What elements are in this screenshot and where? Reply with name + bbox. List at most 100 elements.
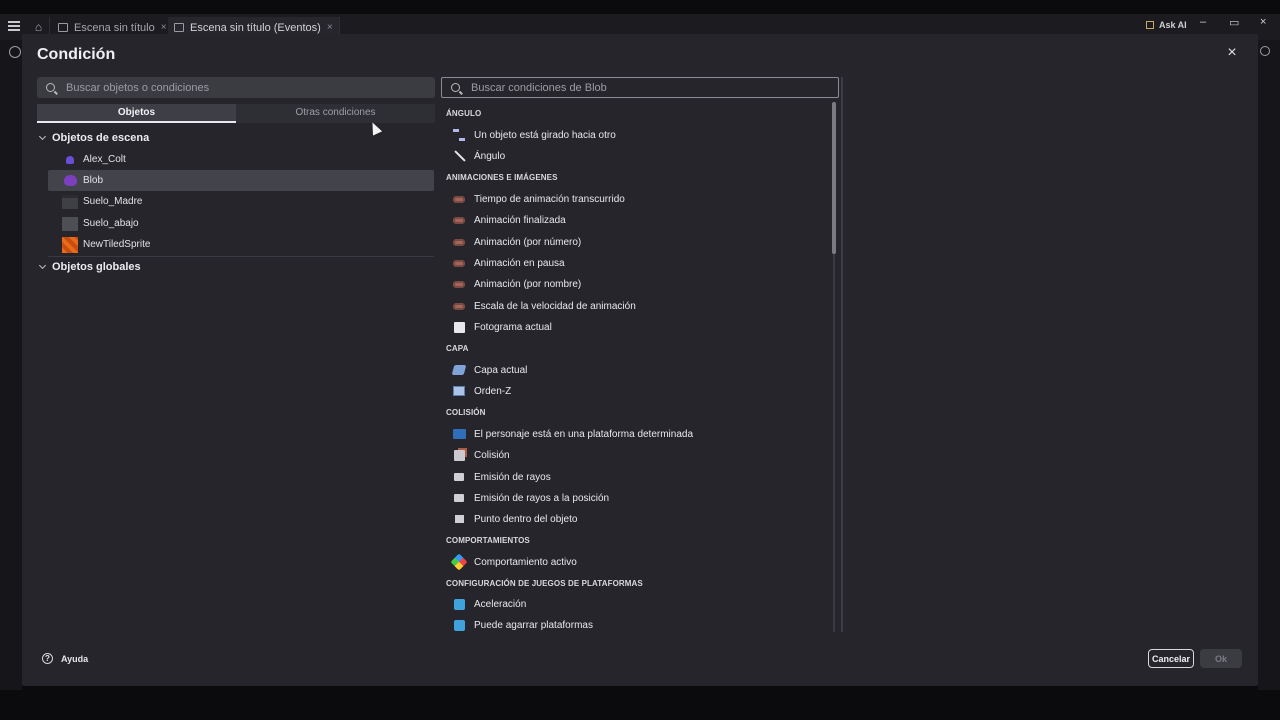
object-name: Blob: [83, 175, 104, 186]
section-header: ÁNGULO: [446, 109, 482, 118]
object-row-suelo-abajo[interactable]: Suelo_abajo: [48, 213, 434, 234]
z-order-icon: [452, 384, 466, 398]
animation-icon: [452, 299, 466, 313]
object-name: Alex_Colt: [83, 154, 126, 165]
condition-item[interactable]: Colisión: [452, 446, 510, 464]
condition-item[interactable]: Comportamiento activo: [450, 553, 577, 571]
tab-other-conditions[interactable]: Otras condiciones: [236, 104, 435, 123]
ground-tile-icon: [62, 194, 78, 210]
ground-tile-icon: [62, 216, 78, 232]
condition-label: Aceleración: [474, 598, 527, 610]
tab-objects[interactable]: Objetos: [37, 104, 236, 123]
condition-item[interactable]: El personaje está en una plataforma dete…: [452, 425, 693, 443]
animation-icon: [452, 256, 466, 270]
search-icon: [46, 83, 55, 92]
condition-item[interactable]: Ángulo: [452, 147, 505, 165]
cancel-button[interactable]: Cancelar: [1148, 649, 1194, 668]
tab-events-label: Escena sin título (Eventos): [190, 21, 321, 34]
condition-item[interactable]: Emisión de rayos: [452, 468, 551, 486]
ok-button[interactable]: Ok: [1200, 649, 1242, 668]
tab-scene-label: Escena sin título: [74, 21, 155, 34]
condition-label: Animación en pausa: [474, 257, 565, 269]
section-header: ANIMACIONES E IMÁGENES: [446, 173, 558, 182]
section-header: COLISIÓN: [446, 408, 486, 417]
platform-icon: [452, 427, 466, 441]
help-icon: ?: [42, 653, 53, 664]
point-inside-icon: [452, 512, 466, 526]
condition-item[interactable]: Fotograma actual: [452, 318, 552, 336]
condition-label: Ángulo: [474, 150, 506, 162]
search-icon: [451, 83, 460, 92]
condition-item[interactable]: Escala de la velocidad de animación: [452, 297, 636, 315]
object-row-new-tiled-sprite[interactable]: NewTiledSprite: [48, 234, 434, 255]
condition-item[interactable]: Aceleración: [452, 595, 526, 613]
layer-icon: [451, 363, 467, 377]
object-row-alex-colt[interactable]: Alex_Colt: [48, 149, 434, 170]
condition-label: Animación finalizada: [474, 214, 566, 226]
condition-item[interactable]: Punto dentro del objeto: [452, 510, 577, 528]
help-label: Ayuda: [61, 653, 89, 664]
chevron-down-icon: [38, 261, 47, 270]
condition-label: Animación (por número): [474, 236, 582, 248]
condition-item[interactable]: Animación (por número): [452, 233, 581, 251]
animation-icon: [452, 277, 466, 291]
section-header: COMPORTAMIENTOS: [446, 536, 530, 545]
objects-search-field[interactable]: [37, 77, 435, 98]
close-window-button[interactable]: ×: [1260, 16, 1266, 28]
dialog-title: Condición: [37, 46, 116, 63]
help-button[interactable]: ? Ayuda: [42, 653, 88, 664]
tiled-sprite-icon: [62, 236, 78, 253]
conditions-search-input[interactable]: [471, 81, 811, 94]
home-icon: ⌂: [34, 20, 43, 34]
conditions-search-field[interactable]: [441, 77, 839, 98]
condition-item[interactable]: Animación (por nombre): [452, 275, 581, 293]
tab-close-icon[interactable]: ×: [161, 22, 167, 33]
condition-label: Escala de la velocidad de animación: [474, 300, 636, 312]
scene-icon: [58, 23, 68, 32]
condition-label: Puede agarrar plataformas: [474, 619, 593, 631]
divider: [48, 256, 434, 257]
restore-button[interactable]: ▭: [1229, 16, 1239, 29]
condition-item[interactable]: Puede agarrar plataformas: [452, 616, 593, 632]
events-icon: [174, 23, 184, 32]
animation-icon: [452, 235, 466, 249]
object-row-suelo-madre[interactable]: Suelo_Madre: [48, 191, 434, 212]
condition-label: Capa actual: [474, 364, 528, 376]
background-right-panel: [1258, 40, 1280, 690]
condition-item[interactable]: Animación en pausa: [452, 254, 565, 272]
condition-label: Emisión de rayos: [474, 471, 551, 483]
search-icon[interactable]: [1260, 46, 1270, 56]
puzzle-icon: [452, 597, 466, 611]
condition-dialog: Condición × Objetos Otras condiciones Ob…: [22, 34, 1258, 686]
raycast-icon: [452, 491, 466, 505]
history-clock-icon[interactable]: [9, 46, 21, 58]
scene-objects-label: Objetos de escena: [52, 132, 150, 144]
scene-objects-header[interactable]: Objetos de escena: [38, 132, 150, 144]
panel-border: [841, 77, 843, 632]
ask-ai-button[interactable]: Ask AI: [1146, 20, 1187, 30]
minimize-button[interactable]: –: [1200, 16, 1206, 28]
sprite-icon: [62, 152, 78, 168]
tab-close-icon[interactable]: ×: [327, 22, 333, 33]
condition-label: El personaje está en una plataforma dete…: [474, 428, 694, 440]
condition-item[interactable]: Emisión de rayos a la posición: [452, 489, 609, 507]
condition-item[interactable]: Orden-Z: [452, 382, 511, 400]
frame-icon: [452, 320, 466, 334]
collision-icon: [452, 448, 466, 462]
condition-item[interactable]: Un objeto está girado hacia otro: [452, 126, 616, 144]
scrollbar-thumb[interactable]: [832, 102, 836, 254]
conditions-list[interactable]: ÁNGULO Un objeto está girado hacia otro …: [441, 102, 841, 632]
animation-icon: [452, 213, 466, 227]
condition-item[interactable]: Capa actual: [451, 361, 528, 379]
object-row-blob[interactable]: Blob: [48, 170, 434, 191]
condition-item[interactable]: Animación finalizada: [452, 211, 566, 229]
condition-item[interactable]: Tiempo de animación transcurrido: [452, 190, 625, 208]
close-icon[interactable]: ×: [1225, 45, 1239, 61]
behavior-icon: [450, 553, 468, 571]
object-name: Suelo_Madre: [83, 196, 143, 207]
section-header: CONFIGURACIÓN DE JUEGOS DE PLATAFORMAS: [446, 579, 643, 588]
global-objects-header[interactable]: Objetos globales: [38, 261, 141, 273]
objects-search-input[interactable]: [66, 81, 406, 94]
animation-icon: [452, 192, 466, 206]
hamburger-menu-icon[interactable]: [8, 21, 20, 31]
